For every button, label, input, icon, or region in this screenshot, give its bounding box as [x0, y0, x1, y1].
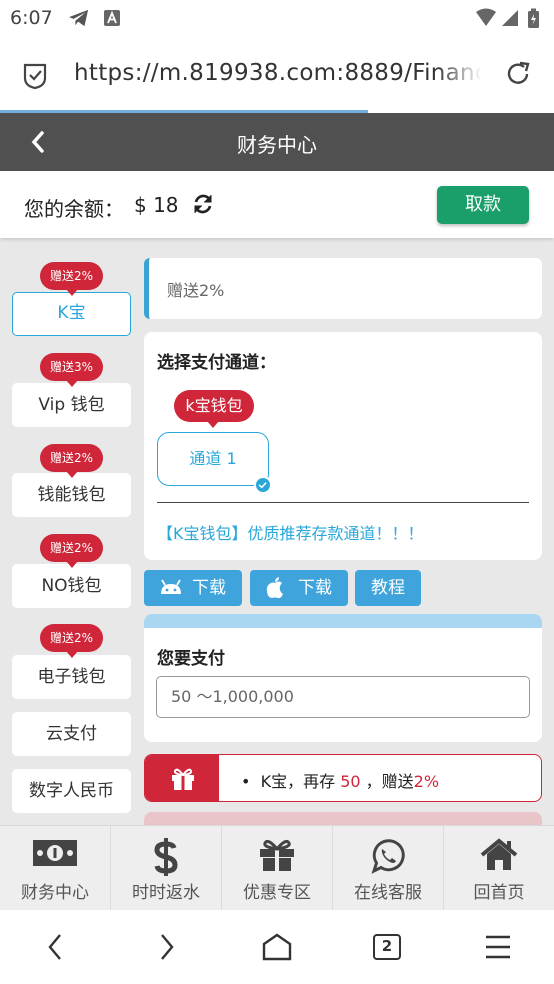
payment-amount-card: 您要支付 50 ～1,000,000	[144, 614, 542, 742]
page-title: 财务中心	[237, 133, 317, 157]
tab-promotions[interactable]: 优惠专区	[222, 826, 333, 911]
selected-check-icon	[254, 476, 272, 494]
balance-value: $ 18	[134, 193, 179, 217]
bonus-gift-box	[145, 755, 219, 801]
amount-input[interactable]: 50 ～1,000,000	[156, 676, 530, 718]
browser-menu-icon[interactable]	[484, 932, 512, 962]
bonus-middle: ，赠送	[365, 772, 414, 791]
sidebar-item-kbao[interactable]: K宝	[12, 292, 131, 336]
sidebar-item-cloud-pay[interactable]: 云支付	[12, 712, 131, 756]
money-icon	[33, 840, 77, 866]
balance-label: 您的余额：	[24, 197, 124, 221]
tab-finance-center[interactable]: 财务中心	[0, 826, 111, 911]
gift-icon	[260, 840, 294, 871]
promo-text: 赠送2%	[167, 281, 225, 300]
payment-channel-card: 选择支付通道： k宝钱包 通道 1 【K宝钱包】优质推荐存款通道！！！	[144, 332, 542, 560]
android-download-button[interactable]: 下载	[144, 570, 242, 606]
gift-icon	[172, 768, 194, 790]
tab-label: 在线客服	[354, 883, 422, 903]
sidebar-item-no-wallet[interactable]: NO钱包	[12, 564, 131, 608]
ios-download-button[interactable]: 下载	[250, 570, 348, 606]
sidebar-item-e-wallet[interactable]: 电子钱包	[12, 655, 131, 699]
withdraw-button[interactable]: 取款	[437, 186, 529, 224]
bonus-amount: 50	[340, 772, 361, 791]
bonus-prefix: K宝，再存	[260, 772, 336, 791]
android-icon	[161, 579, 181, 594]
bonus-text: • K宝，再存 50 ，赠送2%	[241, 768, 439, 792]
home-icon	[480, 838, 518, 870]
balance-row: 您的余额： $ 18 取款	[0, 171, 554, 238]
bonus-badge: 赠送2%	[40, 262, 103, 296]
tab-rebate[interactable]: 时时返水	[111, 826, 222, 911]
browser-url-bar: https://m.819938.com:8889/Finance	[0, 38, 554, 110]
channel-title: 选择支付通道：	[157, 353, 276, 373]
browser-home-icon[interactable]	[261, 932, 293, 962]
tab-label: 时时返水	[132, 883, 200, 903]
signal-battery-icons	[476, 8, 539, 28]
next-card-peek	[144, 812, 542, 826]
accessibility-a-icon	[104, 10, 120, 26]
bonus-badge: 赠送3%	[40, 353, 103, 387]
wallet-tag: k宝钱包	[174, 390, 254, 428]
tutorial-button[interactable]: 教程	[355, 570, 421, 606]
url-text[interactable]: https://m.819938.com:8889/Finance	[74, 60, 480, 86]
bonus-info-row: • K宝，再存 50 ，赠送2%	[144, 754, 542, 802]
refresh-balance-icon[interactable]	[192, 193, 214, 215]
tab-count-button[interactable]: 2	[373, 934, 401, 960]
secure-shield-icon[interactable]	[20, 60, 50, 90]
card-accent-strip	[144, 614, 542, 628]
dollar-icon	[154, 838, 178, 876]
tab-label: 财务中心	[21, 883, 89, 903]
bonus-badge: 赠送2%	[40, 534, 103, 568]
channel-option-1[interactable]: 通道 1	[157, 432, 269, 486]
url-fade	[436, 56, 482, 92]
browser-nav-bar: 2	[0, 910, 554, 984]
reload-icon[interactable]	[504, 60, 532, 88]
browser-back-icon[interactable]	[44, 932, 66, 962]
tab-online-support[interactable]: 在线客服	[333, 826, 444, 911]
telegram-icon	[69, 9, 89, 27]
recommend-text: 【K宝钱包】优质推荐存款通道！！！	[157, 524, 424, 543]
divider	[157, 502, 529, 503]
android-download-label: 下载	[192, 578, 226, 598]
sidebar-item-qianneng-wallet[interactable]: 钱能钱包	[12, 473, 131, 517]
promo-box: 赠送2%	[144, 258, 542, 319]
tab-label: 回首页	[473, 883, 525, 903]
tab-home[interactable]: 回首页	[444, 826, 554, 911]
bonus-rate: 2%	[413, 772, 440, 791]
whatsapp-icon	[371, 839, 405, 874]
sidebar-item-vip-wallet[interactable]: Vip 钱包	[12, 383, 131, 427]
status-time: 6:07	[10, 7, 53, 29]
bonus-badge: 赠送2%	[40, 444, 103, 478]
status-bar: 6:07	[0, 0, 554, 38]
browser-forward-icon[interactable]	[156, 932, 178, 962]
sidebar-item-digital-rmb[interactable]: 数字人民币	[12, 769, 131, 813]
bullet: •	[241, 772, 261, 791]
ios-download-label: 下载	[298, 578, 332, 598]
tab-label: 优惠专区	[243, 883, 311, 903]
pay-amount-title: 您要支付	[157, 649, 225, 669]
page-header: 财务中心	[0, 113, 554, 171]
bottom-tab-bar: 财务中心 时时返水 优惠专区 在线客服 回首页	[0, 825, 554, 911]
bonus-badge: 赠送2%	[40, 624, 103, 658]
apple-icon	[266, 577, 283, 599]
finance-content: K宝 赠送2% Vip 钱包 赠送3% 钱能钱包 赠送2% NO钱包 赠送2% …	[0, 238, 554, 826]
